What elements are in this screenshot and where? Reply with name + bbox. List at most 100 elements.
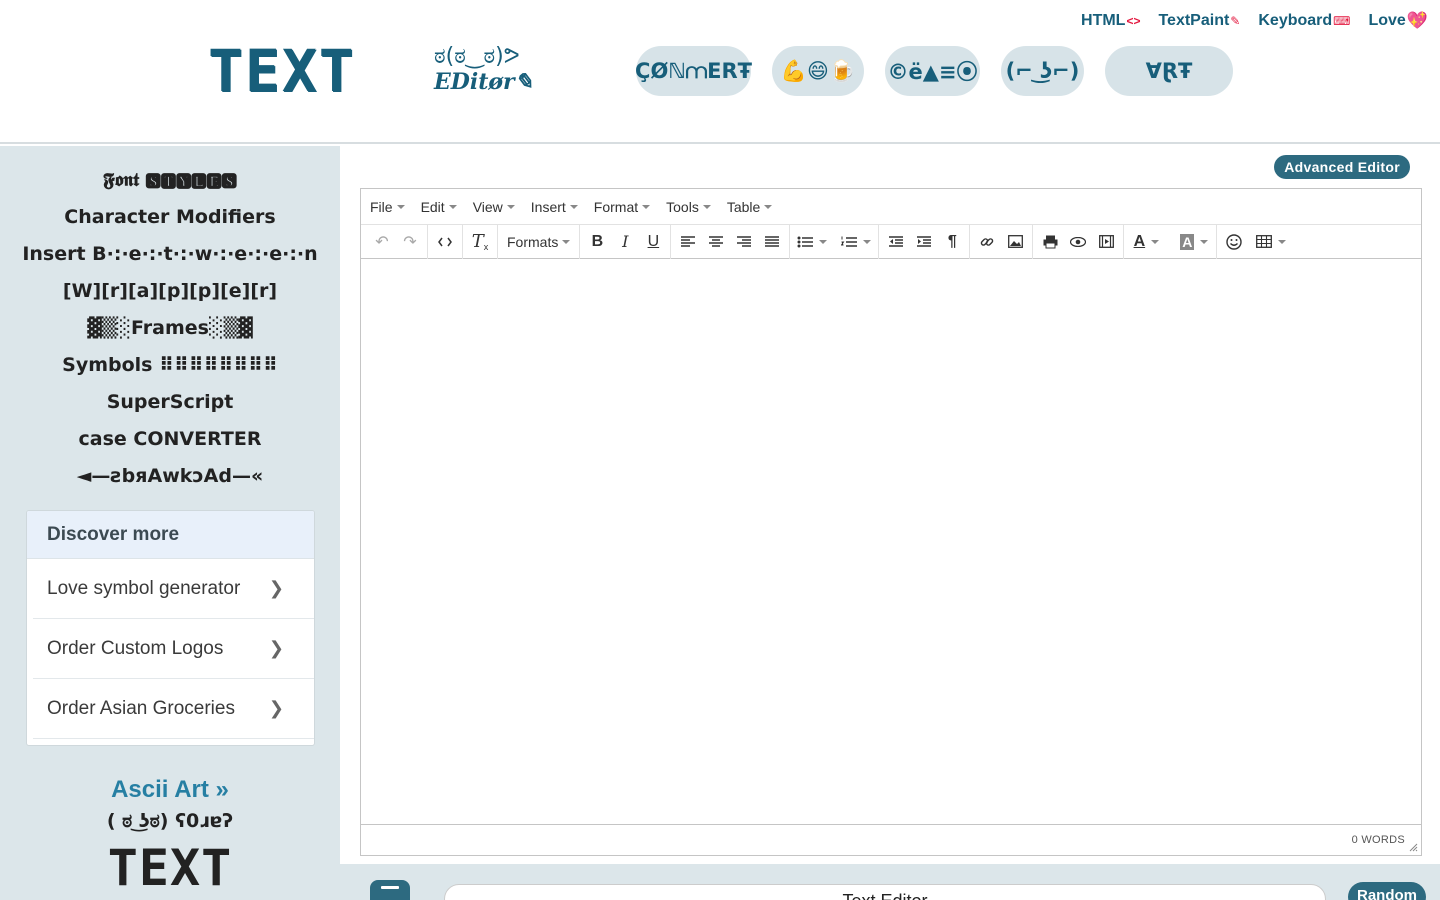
ascii-face: ( ಠ ͜ʖಠ) ʕ0ɹɐʔ xyxy=(106,810,234,832)
sidebar: 𝕱𝖔𝖓𝖙 🆂🆃🆈🅻🅴🆂 Character Modifiers Insert B… xyxy=(0,146,340,900)
sidebar-item-case-converter[interactable]: case CONVERTER xyxy=(0,423,340,460)
menu-file[interactable]: File xyxy=(370,199,405,215)
clear-formatting-icon[interactable]: Tx xyxy=(466,228,494,256)
source-code-icon[interactable] xyxy=(431,228,459,256)
random-button[interactable]: Random xyxy=(1348,882,1426,900)
sidebar-item-insert-between[interactable]: Insert B·:·e·:·t·:·w·:·e·:·e·:·n xyxy=(0,238,340,275)
discover-item-custom-logos[interactable]: Order Custom Logos ❯ xyxy=(33,619,314,679)
caret-down-icon xyxy=(1278,239,1287,244)
ascii-art-link[interactable]: Ascii Art » xyxy=(0,776,340,804)
bullet-list-icon[interactable] xyxy=(793,228,831,256)
table-icon[interactable] xyxy=(1252,228,1290,256)
site-logo[interactable]: TEXT ಠ(ಠ‿ಠ)ᕗ EDitør✎ xyxy=(208,37,558,105)
logo-face: ಠ(ಠ‿ಠ)ᕗ xyxy=(434,44,520,69)
redo-icon[interactable]: ↷ xyxy=(396,228,424,256)
media-icon[interactable] xyxy=(1092,228,1120,256)
rich-text-editor: File Edit View Insert Format Tools Table… xyxy=(360,188,1422,856)
resize-handle-icon[interactable] xyxy=(1408,842,1418,852)
caret-down-icon xyxy=(562,239,571,244)
caret-down-icon xyxy=(819,239,828,244)
history-group: ↶ ↷ xyxy=(365,224,428,259)
top-link-html[interactable]: HTML <> xyxy=(1081,11,1140,31)
menu-icon xyxy=(381,886,399,889)
editor-content-area[interactable] xyxy=(361,260,1421,824)
align-left-icon[interactable] xyxy=(674,228,702,256)
undo-icon[interactable]: ↶ xyxy=(368,228,396,256)
chevron-right-icon: ❯ xyxy=(268,578,284,598)
sidebar-item-wrapper[interactable]: [W][r][a][p][p][e][r] xyxy=(0,275,340,312)
logo-subtitle: EDitør✎ xyxy=(434,69,534,95)
sidebar-item-font-styles[interactable]: 𝕱𝖔𝖓𝖙 🆂🆃🆈🅻🅴🆂 xyxy=(0,164,340,201)
menu-view[interactable]: View xyxy=(473,199,515,215)
advanced-editor-button[interactable]: Advanced Editor xyxy=(1274,155,1410,179)
link-icon[interactable] xyxy=(973,228,1001,256)
paragraph-icon[interactable]: ¶ xyxy=(938,228,966,256)
menu-table[interactable]: Table xyxy=(727,199,773,215)
italic-icon[interactable]: I xyxy=(611,228,639,256)
formats-dropdown[interactable]: Formats xyxy=(501,234,576,250)
top-link-textpaint[interactable]: TextPaint ✎ xyxy=(1158,11,1240,31)
top-link-keyboard[interactable]: Keyboard ⌨ xyxy=(1258,11,1350,31)
caret-down-icon xyxy=(506,204,515,209)
menu-format[interactable]: Format xyxy=(594,199,651,215)
main-content: Advanced Editor File Edit View Insert Fo… xyxy=(340,146,1440,900)
code-icon: <> xyxy=(1126,14,1141,28)
menu-tools[interactable]: Tools xyxy=(666,199,711,215)
caret-down-icon xyxy=(642,204,651,209)
sidebar-tools: 𝕱𝖔𝖓𝖙 🆂🆃🆈🅻🅴🆂 Character Modifiers Insert B… xyxy=(0,164,340,497)
editor-statusbar: 0 WORDS xyxy=(361,824,1421,855)
bold-icon[interactable]: B xyxy=(583,228,611,256)
sidebar-item-superscript[interactable]: SuperScript xyxy=(0,386,340,423)
print-icon[interactable] xyxy=(1036,228,1064,256)
caret-down-icon xyxy=(1200,239,1209,244)
discover-item-love-symbol[interactable]: Love symbol generator ❯ xyxy=(33,559,314,619)
image-icon[interactable] xyxy=(1001,228,1029,256)
editor-menubar: File Edit View Insert Format Tools Table xyxy=(361,189,1421,225)
sidebar-item-symbols[interactable]: Symbols ⠿⠿⠿⠿⠿⠿⠿⠿ xyxy=(0,349,340,386)
text-color-icon[interactable]: A xyxy=(1127,228,1165,256)
align-justify-icon[interactable] xyxy=(758,228,786,256)
align-right-icon[interactable] xyxy=(730,228,758,256)
caret-down-icon xyxy=(764,204,773,209)
caret-down-icon xyxy=(702,204,711,209)
emoticons-icon[interactable] xyxy=(1220,228,1248,256)
align-center-icon[interactable] xyxy=(702,228,730,256)
sidebar-item-frames[interactable]: ▓▒░Frames░▒▓ xyxy=(0,312,340,349)
chevron-right-icon: ❯ xyxy=(268,698,284,718)
pill-convert[interactable]: ÇØℕ⩋ERŦ xyxy=(635,46,752,96)
discover-heading: Discover more xyxy=(27,511,314,559)
menu-insert[interactable]: Insert xyxy=(531,199,578,215)
discover-item-asian-groceries[interactable]: Order Asian Groceries ❯ xyxy=(33,679,314,739)
caret-down-icon xyxy=(448,204,457,209)
sidebar-item-backwards[interactable]: ◄—ƨbяAwkɔAd—« xyxy=(0,460,340,497)
underline-icon[interactable]: U xyxy=(639,228,667,256)
discover-more-panel: Discover more Love symbol generator ❯ Or… xyxy=(26,510,315,746)
background-color-icon[interactable]: A xyxy=(1175,228,1213,256)
pill-faces[interactable]: (⌐ ͜ʖ⌐) xyxy=(1001,46,1084,96)
caret-down-icon xyxy=(1151,239,1160,244)
pill-symbols[interactable]: ©ë▲≡⦿ xyxy=(885,46,980,96)
top-nav: HTML <> TextPaint ✎ Keyboard ⌨ Love 💖 xyxy=(1063,11,1428,31)
sidebar-item-character-modifiers[interactable]: Character Modifiers xyxy=(0,201,340,238)
bottom-bar: Text Editor Random xyxy=(340,864,1440,900)
outdent-icon[interactable] xyxy=(882,228,910,256)
document-title-input[interactable]: Text Editor xyxy=(444,884,1326,900)
caret-down-icon xyxy=(396,204,405,209)
ascii-logo: TEXT xyxy=(107,839,233,897)
pill-emoji[interactable]: 💪😄🍺 xyxy=(772,46,864,96)
category-pills: ÇØℕ⩋ERŦ 💪😄🍺 ©ë▲≡⦿ (⌐ ͜ʖ⌐) ⱯⱤŦ xyxy=(635,46,1233,96)
pencil-icon: ✎ xyxy=(1230,14,1241,28)
caret-down-icon xyxy=(569,204,578,209)
indent-icon[interactable] xyxy=(910,228,938,256)
logo-text: TEXT xyxy=(208,37,356,105)
top-link-love[interactable]: Love 💖 xyxy=(1368,11,1428,31)
numbered-list-icon[interactable] xyxy=(837,228,875,256)
hamburger-menu-button[interactable] xyxy=(370,880,410,900)
chevron-right-icon: ❯ xyxy=(268,638,284,658)
pill-art[interactable]: ⱯⱤŦ xyxy=(1105,46,1233,96)
menu-edit[interactable]: Edit xyxy=(421,199,457,215)
keyboard-icon: ⌨ xyxy=(1333,14,1351,28)
caret-down-icon xyxy=(863,239,872,244)
editor-toolbar: ↶ ↷ Tx Formats B I U ¶ A A xyxy=(361,224,1421,259)
preview-icon[interactable] xyxy=(1064,228,1092,256)
